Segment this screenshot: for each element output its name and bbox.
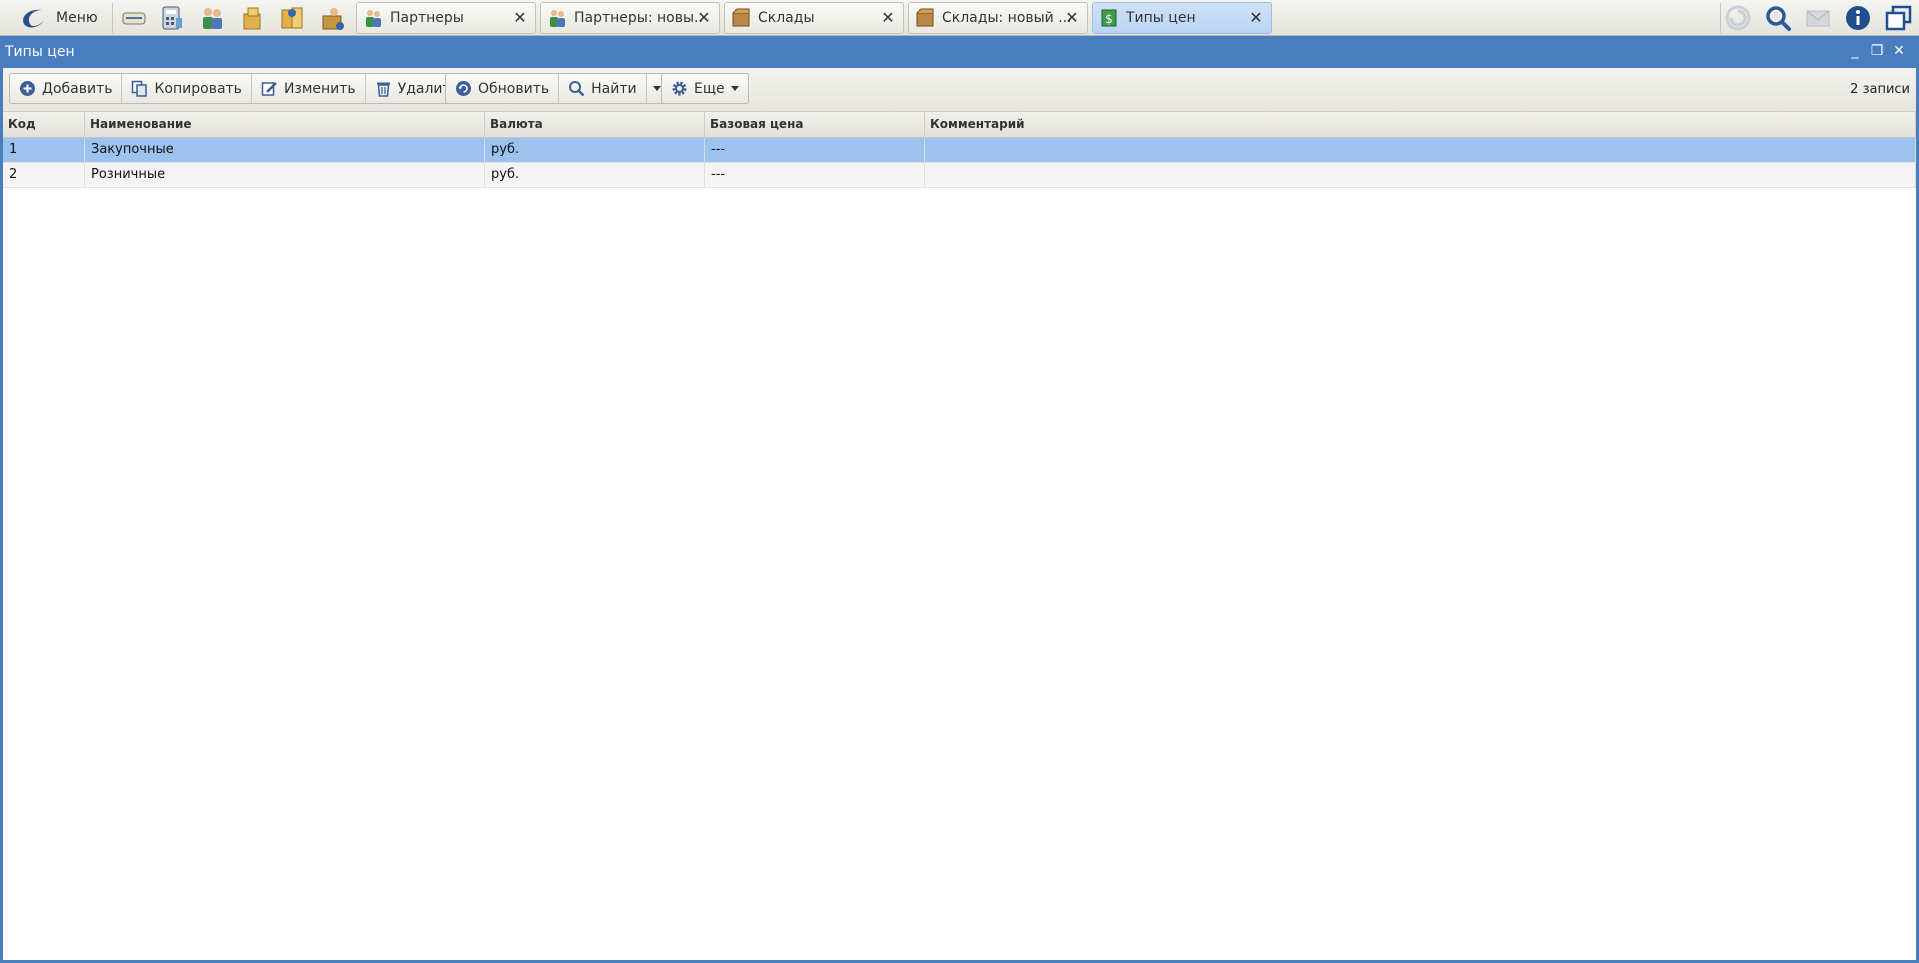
box-icon xyxy=(732,8,750,27)
cell-code: 1 xyxy=(3,138,85,162)
close-icon[interactable]: ✕ xyxy=(881,10,895,26)
find-button-label: Найти xyxy=(591,80,637,97)
main-menu-label: Меню xyxy=(56,10,98,26)
tab-label: Склады xyxy=(758,10,815,26)
cell-base-price: --- xyxy=(705,163,925,187)
partners-icon xyxy=(550,10,565,27)
box-icon xyxy=(916,8,934,27)
toolbar: Добавить Копировать Изменить Удалить Обн… xyxy=(3,68,1916,112)
copy-button[interactable]: Копировать xyxy=(122,74,252,103)
price-types-window: Типы цен _ ❐ ✕ Добавить Копировать Измен… xyxy=(0,36,1919,963)
partners-icon[interactable] xyxy=(196,4,228,32)
add-button[interactable]: Добавить xyxy=(10,74,123,103)
column-header-base-price[interactable]: Базовая цена xyxy=(705,112,925,137)
column-header-comment[interactable]: Комментарий xyxy=(925,112,1916,137)
tab-partners[interactable]: Партнеры ✕ xyxy=(356,2,536,34)
cell-code: 2 xyxy=(3,163,85,187)
refresh-button[interactable]: Обновить xyxy=(446,74,560,103)
gear-icon xyxy=(672,81,687,96)
tab-label: Партнеры xyxy=(390,10,464,26)
tab-label: Партнеры: новы... xyxy=(574,10,702,26)
cell-currency: руб. xyxy=(485,163,705,187)
cell-name: Закупочные xyxy=(85,138,485,162)
view-button-group: Обновить Найти xyxy=(445,73,668,104)
more-button[interactable]: Еще xyxy=(662,74,748,103)
edit-button-group: Добавить Копировать Изменить Удалить xyxy=(9,73,469,104)
mail-icon[interactable] xyxy=(1802,3,1834,33)
close-icon[interactable]: ✕ xyxy=(513,10,527,26)
handshake-icon[interactable] xyxy=(118,4,150,32)
windows-icon[interactable] xyxy=(1882,3,1914,33)
edit-button-label: Изменить xyxy=(283,80,356,97)
cell-base-price: --- xyxy=(705,138,925,162)
copy-icon xyxy=(132,80,148,97)
price-icon: $ xyxy=(1101,9,1117,27)
chevron-down-icon xyxy=(730,86,739,91)
price-types-table: Код Наименование Валюта Базовая цена Ком… xyxy=(3,112,1916,188)
close-window-icon[interactable]: ✕ xyxy=(1890,42,1908,60)
refresh-icon xyxy=(456,81,471,96)
copy-button-label: Копировать xyxy=(154,80,242,97)
close-icon[interactable]: ✕ xyxy=(1249,10,1263,26)
taskbar-separator xyxy=(1720,3,1721,33)
app-logo-icon xyxy=(23,9,44,28)
window-title: Типы цен xyxy=(5,44,75,60)
close-icon[interactable]: ✕ xyxy=(697,10,711,26)
svg-text:$: $ xyxy=(1105,12,1113,26)
cell-name: Розничные xyxy=(85,163,485,187)
goods-icon[interactable] xyxy=(236,4,268,32)
taskbar: Меню Партнеры ✕ Партнеры: новы... ✕ Скла… xyxy=(0,0,1919,36)
more-button-label: Еще xyxy=(694,80,725,97)
tab-warehouses-new[interactable]: Склады: новый ... ✕ xyxy=(908,2,1088,34)
tab-label: Типы цен xyxy=(1126,10,1196,26)
add-button-label: Добавить xyxy=(42,80,113,97)
pencil-icon xyxy=(261,82,277,96)
edit-button[interactable]: Изменить xyxy=(252,74,366,103)
cell-comment xyxy=(925,138,1916,162)
record-count: 2 записи xyxy=(1850,82,1910,97)
column-header-currency[interactable]: Валюта xyxy=(485,112,705,137)
window-titlebar: Типы цен _ ❐ ✕ xyxy=(3,36,1916,68)
calculator-icon[interactable] xyxy=(156,4,188,32)
partners-icon xyxy=(366,10,381,27)
table-row[interactable]: 1 Закупочные руб. --- xyxy=(3,138,1916,163)
minimize-icon[interactable]: _ xyxy=(1846,42,1864,60)
chevron-down-icon xyxy=(652,86,661,91)
tab-warehouses[interactable]: Склады ✕ xyxy=(724,2,904,34)
close-icon[interactable]: ✕ xyxy=(1065,10,1079,26)
tab-partners-new[interactable]: Партнеры: новы... ✕ xyxy=(540,2,720,34)
restore-icon[interactable]: ❐ xyxy=(1868,42,1886,60)
trash-icon xyxy=(376,82,390,97)
tab-label: Склады: новый ... xyxy=(942,10,1070,26)
cell-comment xyxy=(925,163,1916,187)
search-icon xyxy=(569,81,585,97)
refresh-button-label: Обновить xyxy=(478,80,550,97)
more-button-group: Еще xyxy=(661,73,749,104)
warehouse-icon[interactable] xyxy=(316,4,348,32)
refresh-icon[interactable] xyxy=(1722,3,1754,33)
column-header-name[interactable]: Наименование xyxy=(85,112,485,137)
column-header-code[interactable]: Код xyxy=(3,112,85,137)
find-button[interactable]: Найти xyxy=(559,74,647,103)
documents-icon[interactable] xyxy=(276,4,308,32)
search-icon[interactable] xyxy=(1762,3,1794,33)
info-icon[interactable] xyxy=(1842,3,1874,33)
taskbar-separator xyxy=(112,3,113,33)
plus-circle-icon xyxy=(20,81,35,96)
table-header: Код Наименование Валюта Базовая цена Ком… xyxy=(3,112,1916,138)
tab-price-types[interactable]: $ Типы цен ✕ xyxy=(1092,2,1272,34)
cell-currency: руб. xyxy=(485,138,705,162)
main-menu-button[interactable]: Меню xyxy=(10,3,102,33)
table-row[interactable]: 2 Розничные руб. --- xyxy=(3,163,1916,188)
